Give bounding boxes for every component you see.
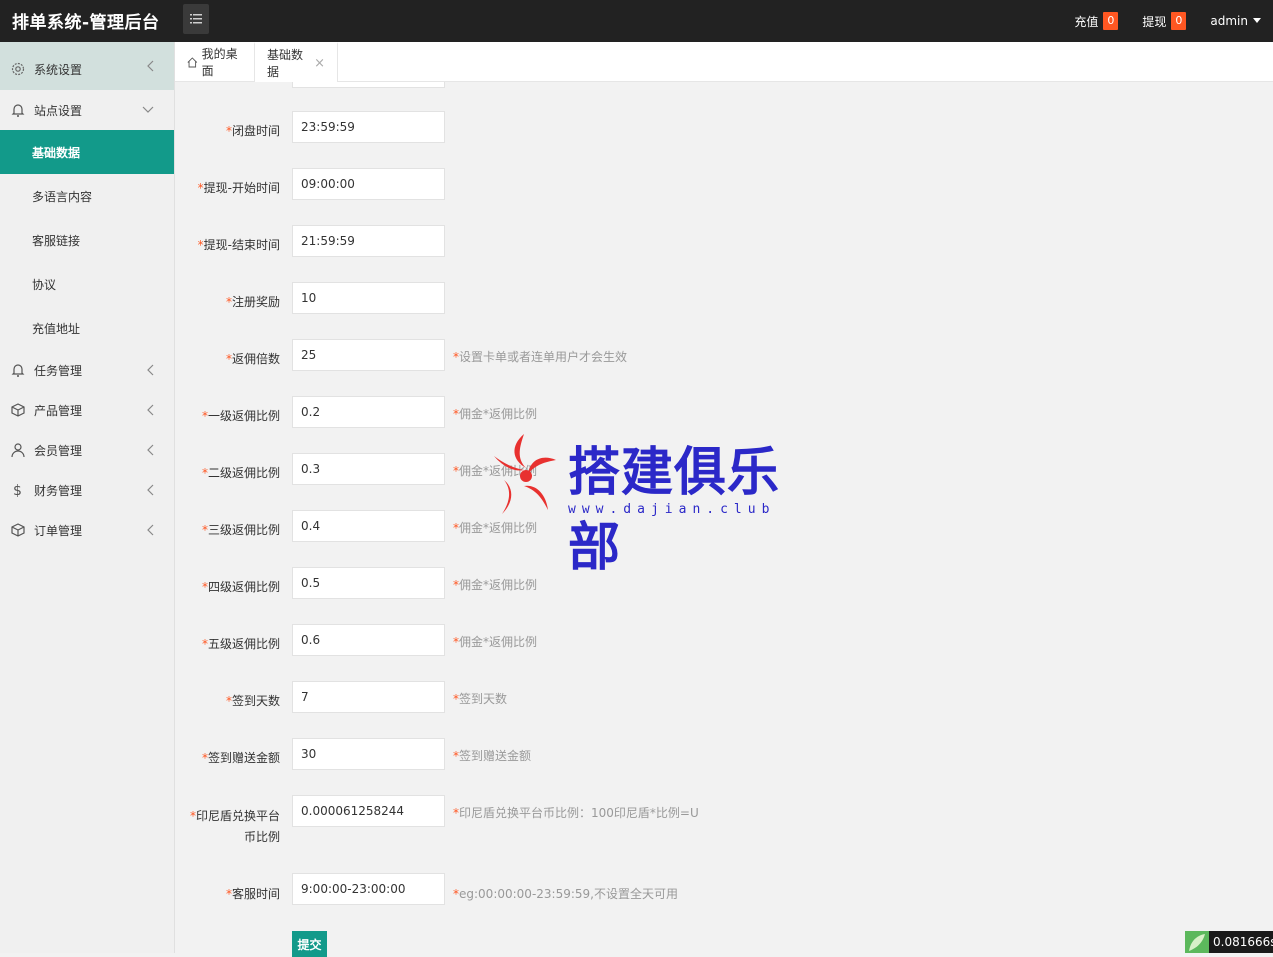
recharge-count-badge: 0 [1103,12,1119,30]
field-hint: *佣金*返佣比例 [453,521,538,535]
field-label: *二级返佣比例 [201,466,280,480]
field-hint: *印尼盾兑换平台币比例：100印尼盾*比例=U [453,806,699,820]
user-icon [10,442,26,458]
field-hint: *佣金*返佣比例 [453,407,538,421]
bell-icon [10,102,26,118]
app-title: 排单系统-管理后台 [12,13,160,33]
sidebar-subitem-service-link[interactable]: 客服链接 [0,218,174,262]
field-label: *提现-开始时间 [197,181,280,195]
sidebar-item-finance[interactable]: $ 财务管理 [0,470,174,510]
field-hint: *佣金*返佣比例 [453,635,538,649]
tab-basic-data[interactable]: 基础数据 × [254,42,338,82]
sidebar-item-label: 站点设置 [34,103,83,118]
withdraw-label: 提现 [1142,14,1167,29]
checkin-bonus-input[interactable] [292,738,445,770]
level1-rate-input[interactable] [292,396,445,428]
level4-rate-input[interactable] [292,567,445,599]
level3-rate-input[interactable] [292,510,445,542]
chevron-left-icon [147,444,154,456]
chevron-left-icon [147,404,154,416]
field-label: *闭盘时间 [225,124,280,138]
dollar-icon: $ [10,482,26,498]
field-label: *注册奖励 [225,295,280,309]
checkin-days-input[interactable] [292,681,445,713]
recharge-link[interactable]: 充值 0 [1074,12,1119,30]
idr-rate-input[interactable] [292,795,445,827]
sidebar-item-label: 系统设置 [34,62,83,77]
withdraw-link[interactable]: 提现 0 [1142,12,1187,30]
chevron-left-icon [147,484,154,496]
sidebar-item-site-settings[interactable]: 站点设置 [0,90,174,130]
caret-down-icon [1253,18,1261,23]
bell-icon [10,362,26,378]
commission-multiple-input[interactable] [292,339,445,371]
sidebar-subitem-agreement[interactable]: 协议 [0,262,174,306]
level5-rate-input[interactable] [292,624,445,656]
field-label: *提现-结束时间 [197,238,280,252]
leaf-icon [1185,931,1209,953]
sidebar-item-label: 财务管理 [34,483,83,498]
timer-value: 0.081666s [1213,935,1273,949]
sidebar-subitem-basic-data[interactable]: 基础数据 [0,130,174,174]
sidebar-item-system-settings[interactable]: 系统设置 [0,42,174,90]
withdraw-end-input[interactable] [292,225,445,257]
field-label: *返佣倍数 [225,352,280,366]
close-icon[interactable]: × [314,56,325,71]
box-icon [10,522,26,538]
sidebar-item-label: 任务管理 [34,363,83,378]
field-label: *四级返佣比例 [201,580,280,594]
tab-label: 基础数据 [267,48,304,79]
chevron-down-icon [142,106,154,113]
menu-icon [190,14,202,24]
user-menu[interactable]: admin [1210,14,1261,28]
field-hint: *佣金*返佣比例 [453,578,538,592]
sidebar-item-label: 产品管理 [34,403,83,418]
field-hint: *签到赠送金额 [453,749,532,763]
box-icon [10,402,26,418]
sidebar-item-label: 会员管理 [34,443,83,458]
sidebar-item-orders[interactable]: 订单管理 [0,510,174,550]
field-hint: *佣金*返佣比例 [453,464,538,478]
tab-label: 我的桌面 [201,47,238,78]
field-label: *印尼盾兑换平台 币比例 [189,809,280,844]
tab-home[interactable]: 我的桌面 [175,42,253,82]
tab-bar: 我的桌面 基础数据 × [175,42,1273,82]
withdraw-count-badge: 0 [1171,12,1187,30]
previous-input-edge [292,82,445,88]
chevron-left-icon [147,524,154,536]
withdraw-start-input[interactable] [292,168,445,200]
level2-rate-input[interactable] [292,453,445,485]
sidebar-item-members[interactable]: 会员管理 [0,430,174,470]
field-label: *五级返佣比例 [201,637,280,651]
sidebar-item-label: 订单管理 [34,523,83,538]
sidebar-toggle-button[interactable] [183,4,209,34]
gear-icon [10,61,26,77]
register-reward-input[interactable] [292,282,445,314]
svg-text:$: $ [13,483,22,498]
field-label: *三级返佣比例 [201,523,280,537]
sidebar: 系统设置 站点设置 基础数据 多语言内容 客服链接 协议 充值地址 任务管理 产… [0,42,175,953]
sidebar-subitem-recharge-address[interactable]: 充值地址 [0,306,174,350]
top-navbar: 排单系统-管理后台 充值 0 提现 0 admin [0,0,1273,42]
field-hint: *签到天数 [453,692,508,706]
field-hint: *设置卡单或者连单用户才会生效 [453,350,628,364]
sidebar-item-products[interactable]: 产品管理 [0,390,174,430]
field-label: *一级返佣比例 [201,409,280,423]
username: admin [1210,14,1248,28]
recharge-label: 充值 [1074,14,1099,29]
sidebar-subitem-multilang[interactable]: 多语言内容 [0,174,174,218]
sidebar-item-tasks[interactable]: 任务管理 [0,350,174,390]
service-hours-input[interactable] [292,873,445,905]
field-label: *签到赠送金额 [201,751,280,765]
field-hint: *eg:00:00:00-23:59:59,不设置全天可用 [453,887,678,901]
field-label: *签到天数 [225,694,280,708]
home-icon [187,56,198,67]
field-label: *客服时间 [225,887,280,901]
submit-button[interactable]: 提交 [292,931,327,957]
chevron-left-icon [147,60,154,72]
basic-data-form: *闭盘时间 *提现-开始时间 *提现-结束时间 *注册奖励 *返佣倍数 *设置卡… [175,82,1273,957]
close-time-input[interactable] [292,111,445,143]
chevron-left-icon [147,364,154,376]
page-timer: 0.081666s [1185,931,1273,953]
